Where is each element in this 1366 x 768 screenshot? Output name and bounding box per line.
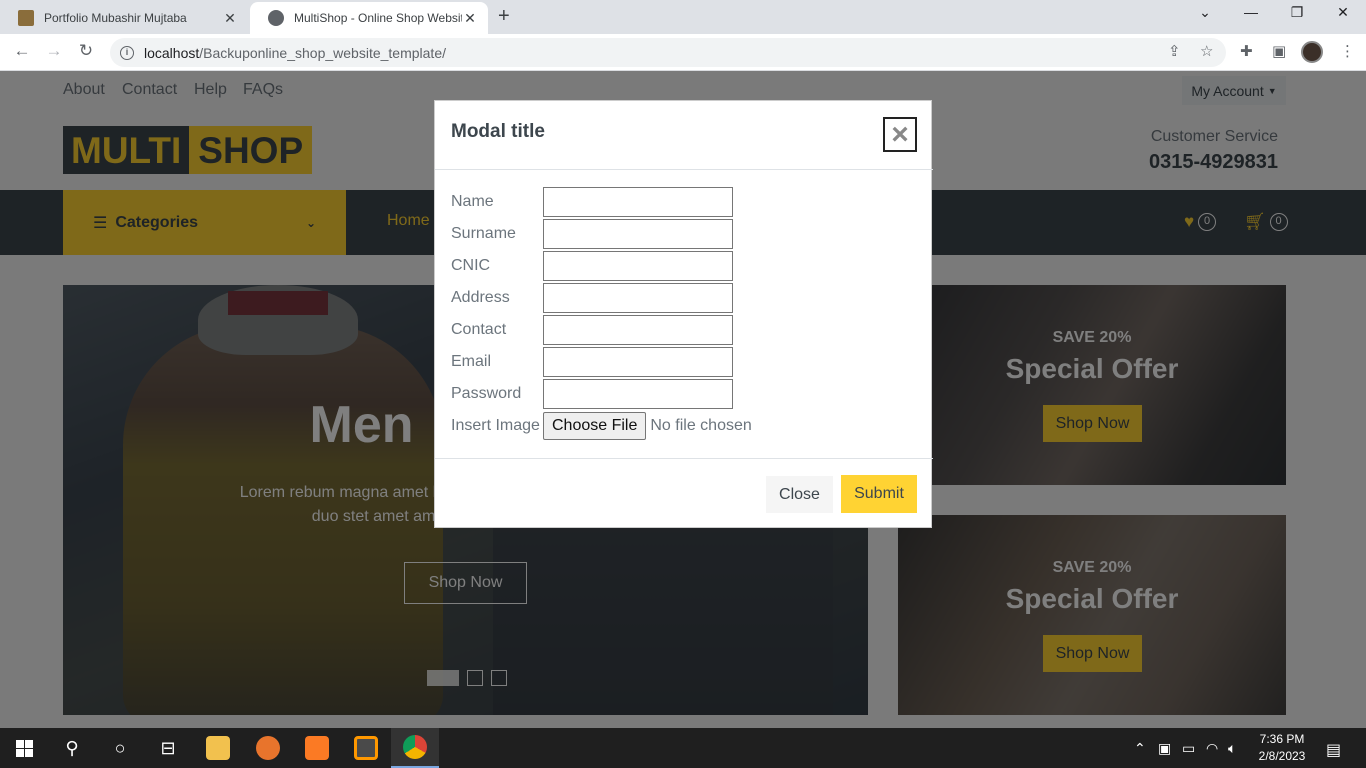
globe-icon (268, 10, 284, 26)
xampp-icon[interactable] (293, 728, 341, 768)
modal-title: Modal title (451, 121, 545, 142)
new-tab-button[interactable]: + (498, 5, 510, 28)
file-status-text: No file chosen (650, 417, 752, 434)
surname-label: Surname (451, 225, 516, 242)
address-label: Address (451, 289, 510, 306)
url-host: localhost (144, 44, 200, 61)
password-label: Password (451, 385, 522, 402)
forward-icon[interactable]: → (42, 41, 66, 61)
name-label: Name (451, 193, 494, 210)
app-orange-icon[interactable] (244, 728, 292, 768)
notifications-icon[interactable]: ▤ (1326, 740, 1341, 760)
back-icon[interactable]: ← (10, 41, 34, 61)
reload-icon[interactable]: ↻ (74, 41, 98, 61)
battery-icon[interactable]: ▭ (1182, 740, 1195, 757)
form-row-name: Name (451, 187, 733, 217)
restore-button[interactable]: ❐ (1274, 4, 1320, 21)
cnic-field[interactable] (543, 251, 733, 281)
form-row-address: Address (451, 283, 733, 313)
rocket-app-icon (256, 736, 280, 760)
xampp-logo-icon (305, 736, 329, 760)
side-panel-icon[interactable]: ▣ (1272, 42, 1286, 60)
chrome-taskbar-icon[interactable] (391, 728, 439, 768)
close-tab-icon[interactable]: ✕ (462, 10, 478, 27)
browser-tab-bar: Portfolio Mubashir Mujtaba ✕ MultiShop -… (0, 0, 1366, 34)
bookmark-star-icon[interactable]: ☆ (1200, 42, 1213, 60)
url-field[interactable]: i localhost/Backuponline_shop_website_te… (110, 38, 1226, 67)
system-clock[interactable]: 7:36 PM 2/8/2023 (1254, 731, 1310, 765)
sublime-text-icon[interactable] (342, 728, 390, 768)
submit-button[interactable]: Submit (841, 475, 917, 513)
modal-header: Modal title × (435, 101, 933, 170)
tab-multishop[interactable]: MultiShop - Online Shop Website ✕ (250, 2, 488, 34)
tab-portfolio[interactable]: Portfolio Mubashir Mujtaba ✕ (0, 2, 248, 34)
search-icon[interactable]: ⚲ (48, 728, 96, 768)
choose-file-button[interactable]: Choose File (543, 412, 647, 440)
share-icon[interactable]: ⇪ (1168, 42, 1181, 60)
form-row-password: Password (451, 379, 733, 409)
windows-logo-icon (15, 739, 33, 757)
password-field[interactable] (543, 379, 733, 409)
name-field[interactable] (543, 187, 733, 217)
form-row-surname: Surname (451, 219, 733, 249)
cnic-label: CNIC (451, 257, 491, 274)
start-button[interactable] (0, 728, 48, 768)
close-window-button[interactable]: ✕ (1320, 4, 1366, 21)
wifi-icon[interactable]: ◠ (1206, 740, 1218, 757)
tab-title: MultiShop - Online Shop Website (294, 11, 462, 25)
address-bar-row: ← → ↻ i localhost/Backuponline_shop_webs… (0, 34, 1366, 71)
clock-date: 2/8/2023 (1258, 749, 1306, 763)
volume-icon[interactable]: 🔈︎ (1228, 740, 1236, 757)
cortana-icon[interactable]: ○ (96, 728, 144, 768)
form-row-image: Insert Image Choose File No file chosen (451, 412, 752, 440)
contact-label: Contact (451, 321, 507, 338)
show-hidden-icons-chevron-icon[interactable]: ⌃ (1134, 740, 1146, 757)
meet-now-icon[interactable]: ▣ (1158, 740, 1171, 757)
sublime-logo-icon (354, 736, 378, 760)
address-field[interactable] (543, 283, 733, 313)
email-field[interactable] (543, 347, 733, 377)
minimize-button[interactable]: — (1228, 4, 1274, 20)
clock-time: 7:36 PM (1259, 732, 1305, 746)
file-explorer-icon[interactable] (194, 728, 242, 768)
task-view-icon[interactable]: ⊟ (144, 728, 192, 768)
tab-search-chevron-icon[interactable]: ⌄ (1182, 4, 1228, 21)
form-row-cnic: CNIC (451, 251, 733, 281)
profile-avatar[interactable] (1301, 41, 1323, 63)
url-path: /Backuponline_shop_website_template/ (199, 44, 446, 61)
email-label: Email (451, 353, 492, 370)
chrome-logo-icon (403, 735, 427, 759)
tab-title: Portfolio Mubashir Mujtaba (44, 11, 187, 25)
windows-taskbar: ⚲ ○ ⊟ ⌃ ▣ ▭ ◠ 🔈︎ 7:36 PM 2/8/2023 ▤ (0, 728, 1366, 768)
site-info-icon[interactable]: i (120, 45, 134, 60)
form-row-email: Email (451, 347, 733, 377)
registration-modal: Modal title × Name Surname CNIC Address … (434, 100, 933, 529)
portfolio-favicon-icon (18, 10, 34, 26)
surname-field[interactable] (543, 219, 733, 249)
insert-image-label: Insert Image (451, 417, 540, 434)
modal-footer: Close Submit (435, 458, 933, 529)
chrome-menu-icon[interactable]: ⋮ (1340, 42, 1355, 60)
extensions-icon[interactable]: ✚ (1240, 42, 1253, 60)
form-row-contact: Contact (451, 315, 733, 345)
folder-icon (206, 736, 230, 760)
modal-close-icon[interactable]: × (883, 117, 917, 152)
close-tab-icon[interactable]: ✕ (222, 10, 238, 27)
contact-field[interactable] (543, 315, 733, 345)
close-button[interactable]: Close (766, 476, 833, 513)
